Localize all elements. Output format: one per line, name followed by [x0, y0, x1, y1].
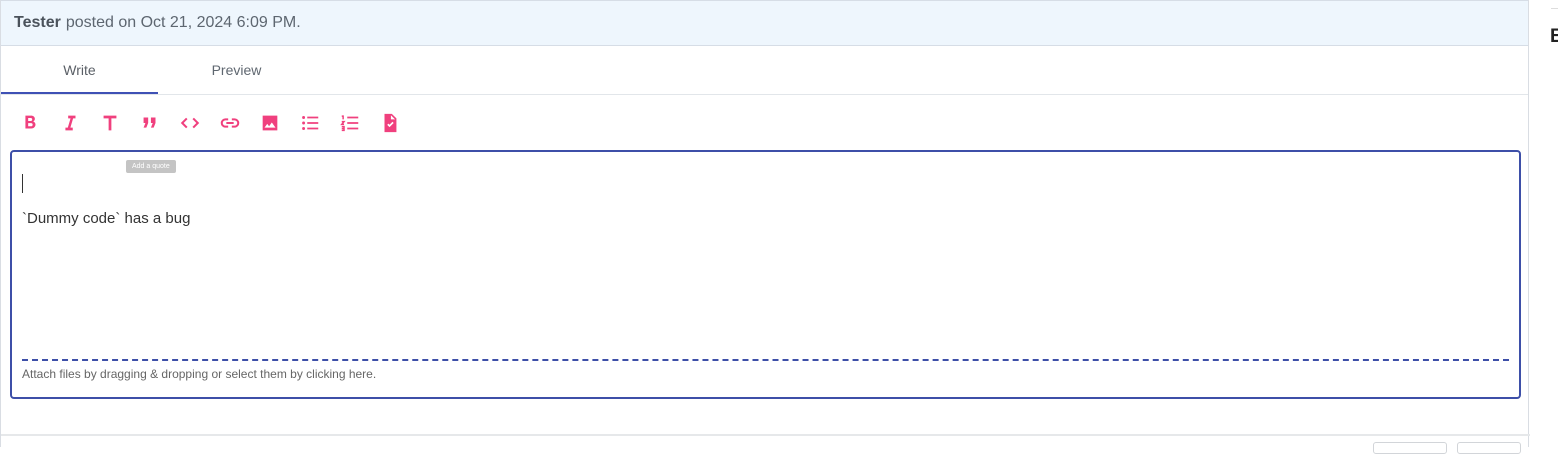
footer-divider: [1, 434, 1530, 436]
editor-tabs: Write Preview: [1, 46, 1528, 95]
editor-content[interactable]: `Dummy code` has a bug: [22, 210, 190, 227]
comment-card: Tester posted on Oct 21, 2024 6:09 PM. W…: [0, 0, 1530, 454]
post-meta: posted on Oct 21, 2024 6:09 PM.: [65, 14, 301, 31]
quote-tooltip: Add a quote: [126, 160, 176, 173]
heading-icon[interactable]: [99, 108, 139, 138]
side-divider: [1551, 8, 1558, 9]
bulleted-list-icon[interactable]: [299, 108, 339, 138]
code-icon[interactable]: [179, 108, 219, 138]
attach-files-zone[interactable]: Attach files by dragging & dropping or s…: [22, 359, 1509, 381]
post-header: Tester posted on Oct 21, 2024 6:09 PM.: [1, 0, 1528, 46]
task-list-icon[interactable]: [379, 108, 419, 138]
numbered-list-icon[interactable]: [339, 108, 379, 138]
bold-icon[interactable]: [19, 108, 59, 138]
side-panel-heading: E: [1550, 26, 1558, 47]
post-author: Tester: [14, 14, 61, 31]
link-icon[interactable]: [219, 108, 259, 138]
tab-write[interactable]: Write: [1, 46, 158, 94]
image-icon[interactable]: [259, 108, 299, 138]
text-cursor: [22, 174, 23, 193]
formatting-toolbar: [1, 95, 1528, 151]
comment-editor[interactable]: Add a quote `Dummy code` has a bug Attac…: [10, 150, 1521, 399]
italic-icon[interactable]: [59, 108, 99, 138]
quote-icon[interactable]: [139, 108, 179, 138]
tab-preview[interactable]: Preview: [158, 46, 315, 94]
cancel-button[interactable]: [1373, 442, 1447, 454]
submit-button[interactable]: [1457, 442, 1521, 454]
